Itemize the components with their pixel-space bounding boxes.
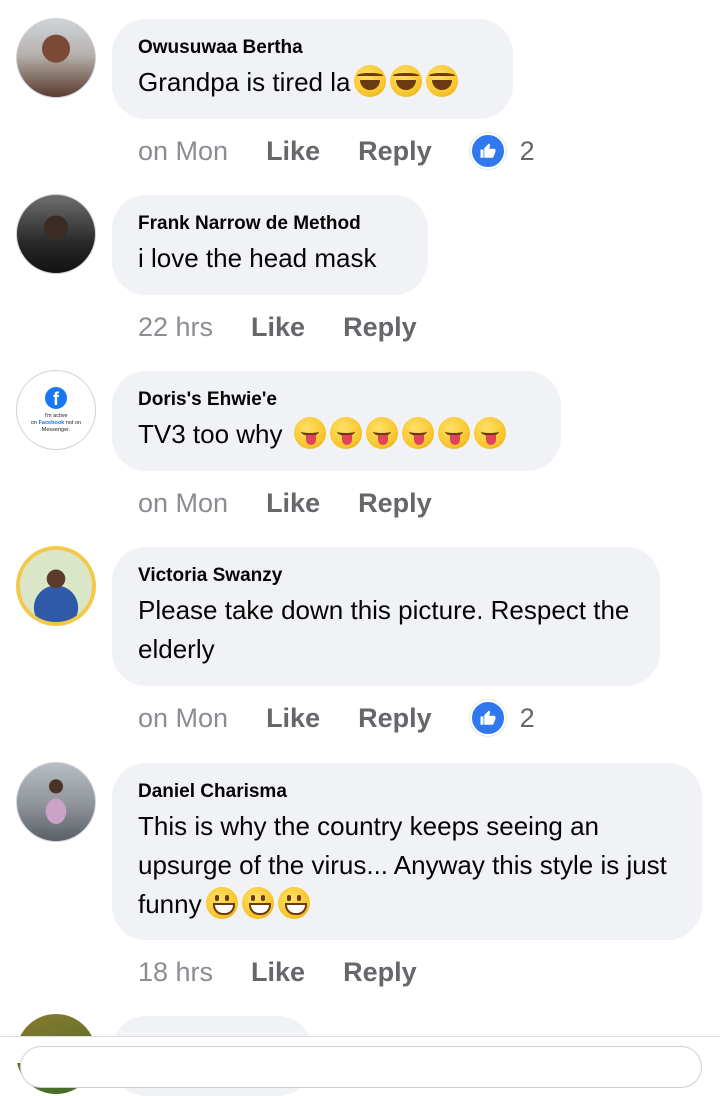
comment-actions: 18 hrs Like Reply	[138, 952, 455, 992]
reply-button[interactable]: Reply	[358, 703, 432, 734]
winking-tongue-emoji-icon	[365, 417, 398, 449]
avatar[interactable]: f I'm active on Facebook not on Messenge…	[16, 370, 96, 450]
grinning-emoji-icon	[205, 887, 238, 919]
reply-button[interactable]: Reply	[343, 312, 417, 343]
like-button[interactable]: Like	[266, 488, 320, 519]
comment-time[interactable]: on Mon	[138, 136, 228, 167]
laughing-emoji-icon	[426, 65, 459, 97]
laughing-emoji-icon	[354, 65, 387, 97]
avatar[interactable]	[16, 546, 96, 626]
avatar[interactable]	[16, 762, 96, 842]
avatar[interactable]	[16, 18, 96, 98]
comment-bubble: Doris's Ehwie'e TV3 too why	[112, 371, 561, 471]
comment-author[interactable]: Frank Narrow de Method	[138, 213, 402, 235]
comment-bubble: Frank Narrow de Method i love the head m…	[112, 195, 428, 295]
like-button[interactable]: Like	[251, 957, 305, 988]
comment-text: Please take down this picture. Respect t…	[138, 595, 630, 664]
comment-author[interactable]: Victoria Swanzy	[138, 565, 634, 587]
comment-actions: on Mon Like Reply 2	[138, 698, 535, 738]
comment-input[interactable]	[20, 1046, 702, 1088]
reply-button[interactable]: Reply	[343, 957, 417, 988]
winking-tongue-emoji-icon	[293, 417, 326, 449]
winking-tongue-emoji-icon	[401, 417, 434, 449]
thumbs-up-icon	[469, 133, 506, 169]
comment-text: Grandpa is tired la	[138, 63, 487, 102]
comment-author[interactable]: Daniel Charisma	[138, 781, 676, 803]
avatar-caption-facebook: Facebook	[38, 419, 65, 426]
avatar-caption-line: Messenger.	[41, 426, 71, 433]
comment-actions: on Mon Like Reply	[138, 483, 470, 523]
reaction-count[interactable]: 2	[469, 700, 535, 736]
comment-bubble: Victoria Swanzy Please take down this pi…	[112, 547, 660, 686]
comment-time[interactable]: on Mon	[138, 488, 228, 519]
comment-body: TV3 too why	[138, 419, 283, 449]
avatar-caption-part: on	[30, 419, 39, 426]
comment-bubble: Owusuwaa Bertha Grandpa is tired la	[112, 19, 513, 119]
avatar[interactable]	[16, 194, 96, 274]
thumbs-up-icon	[469, 700, 506, 736]
comment-text: This is why the country keeps seeing an …	[138, 807, 676, 924]
reaction-count[interactable]: 2	[469, 133, 535, 169]
comment-author[interactable]: Owusuwaa Bertha	[138, 37, 487, 59]
reply-button[interactable]: Reply	[358, 136, 432, 167]
comment-time[interactable]: on Mon	[138, 703, 228, 734]
winking-tongue-emoji-icon	[473, 417, 506, 449]
comment-bubble: Daniel Charisma This is why the country …	[112, 763, 702, 940]
reply-button[interactable]: Reply	[358, 488, 432, 519]
comment-text: i love the head mask	[138, 243, 377, 273]
comment-author[interactable]: Doris's Ehwie'e	[138, 389, 535, 411]
like-button[interactable]: Like	[266, 703, 320, 734]
comment-time[interactable]: 22 hrs	[138, 312, 213, 343]
comment-text: TV3 too why	[138, 415, 535, 454]
avatar-caption-line: I'm active	[44, 412, 68, 419]
winking-tongue-emoji-icon	[437, 417, 470, 449]
like-button[interactable]: Like	[251, 312, 305, 343]
comment-time[interactable]: 18 hrs	[138, 957, 213, 988]
reaction-count-value: 2	[519, 702, 535, 733]
like-button[interactable]: Like	[266, 136, 320, 167]
reaction-count-value: 2	[519, 135, 535, 166]
facebook-logo-icon: f	[45, 386, 67, 409]
comment-body: Grandpa is tired la	[138, 67, 351, 97]
grinning-emoji-icon	[241, 887, 274, 919]
comment-actions: on Mon Like Reply 2	[138, 131, 535, 171]
winking-tongue-emoji-icon	[329, 417, 362, 449]
grinning-emoji-icon	[277, 887, 310, 919]
avatar-caption: I'm active on Facebook not on Messenger.	[31, 413, 81, 434]
comment-actions: 22 hrs Like Reply	[138, 307, 455, 347]
laughing-emoji-icon	[390, 65, 423, 97]
avatar-caption-part: not on	[64, 419, 82, 426]
avatar-caption-line: on Facebook not on	[31, 420, 81, 427]
